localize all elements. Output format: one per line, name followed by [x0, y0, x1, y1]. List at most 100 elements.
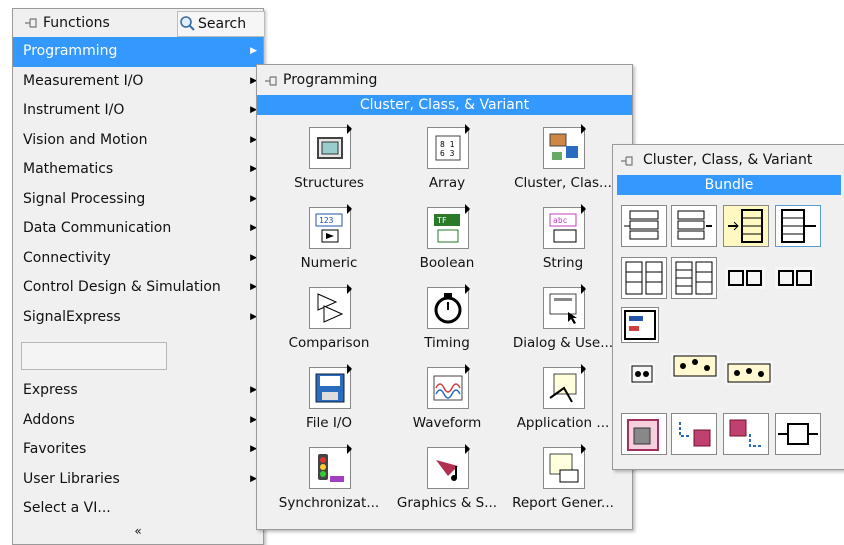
cluster-to-array-icon[interactable]	[621, 257, 667, 299]
to-variant-icon[interactable]	[671, 353, 719, 379]
menu-item-addons[interactable]: Addons ▶	[13, 406, 263, 436]
programming-selected-item[interactable]: Cluster, Class, & Variant	[257, 95, 632, 115]
index-and-bundle-icon[interactable]	[725, 267, 765, 289]
to-more-generic-class-icon[interactable]	[723, 413, 769, 455]
application-icon	[543, 364, 586, 409]
collapse-icon[interactable]: «	[13, 524, 263, 538]
pin-icon[interactable]	[23, 16, 39, 30]
functions-secondary-list: Express ▶ Addons ▶ Favorites ▶ User Libraries ▶…	[13, 376, 263, 524]
menu-item-data-communication[interactable]: Data Communication ▶	[13, 214, 263, 244]
menu-item-signal-processing[interactable]: Signal Processing ▶	[13, 185, 263, 215]
pin-icon[interactable]	[263, 74, 279, 88]
menu-item-label: Measurement I/O	[23, 72, 144, 89]
menu-item-label: Favorites	[23, 441, 87, 457]
to-variant-glyph	[673, 355, 717, 377]
to-more-generic-class-glyph	[729, 419, 762, 447]
palette-item-label: Synchronizat...	[278, 495, 380, 511]
palette-item-string[interactable]: abc String	[503, 204, 623, 287]
menu-item-select-a-vi[interactable]: Select a VI...	[13, 494, 263, 524]
palette-item-synchronizat[interactable]: Synchronizat...	[269, 444, 389, 527]
menu-item-label: Select a VI...	[23, 500, 111, 516]
menu-item-express[interactable]: Express ▶	[13, 376, 263, 406]
search-icon	[180, 16, 195, 31]
palette-item-dialog-use[interactable]: Dialog & Use...	[503, 284, 623, 367]
numeric-icon: 123	[309, 204, 352, 249]
palette-item-label: Report Gener...	[512, 495, 614, 511]
menu-item-user-libraries[interactable]: User Libraries ▶	[13, 465, 263, 495]
palette-item-label: Comparison	[288, 335, 370, 351]
palette-item-array[interactable]: 8 16 3 Array	[387, 124, 507, 207]
bundle-glyph	[624, 210, 659, 240]
palette-item-boolean[interactable]: TF Boolean	[387, 204, 507, 287]
menu-item-measurement-i-o[interactable]: Measurement I/O ▶	[13, 67, 263, 97]
unbundle-icon[interactable]	[723, 205, 769, 247]
synchronizat-icon	[309, 444, 352, 489]
cluster-constant-icon[interactable]	[621, 307, 659, 343]
palette-search-field[interactable]	[21, 342, 167, 370]
menu-item-programming[interactable]: Programming ▶	[13, 37, 263, 67]
palette-item-comparison[interactable]: Comparison	[269, 284, 389, 367]
menu-item-label: Instrument I/O	[23, 102, 125, 118]
svg-text:abc: abc	[553, 216, 568, 225]
structures-icon	[309, 124, 352, 169]
cluster-palette: Cluster, Class, & Variant Bundle	[612, 144, 844, 470]
waveform-icon	[427, 364, 470, 409]
build-cluster-array-glyph	[778, 270, 812, 286]
palette-item-label: Graphics & S...	[396, 495, 498, 511]
search-label: Search	[198, 16, 247, 32]
bundle-icon[interactable]	[621, 205, 667, 247]
to-more-specific-class-icon[interactable]	[671, 413, 717, 455]
menu-item-label: Express	[23, 382, 78, 398]
palette-item-file-i-o[interactable]: File I/O	[269, 364, 389, 447]
bundle-by-name-icon[interactable]	[671, 205, 717, 247]
palette-item-label: Array	[428, 175, 466, 191]
class-constant-icon[interactable]	[621, 413, 667, 455]
functions-title: Functions	[43, 15, 110, 31]
pin-icon[interactable]	[619, 154, 635, 168]
menu-item-vision-and-motion[interactable]: Vision and Motion ▶	[13, 126, 263, 156]
functions-header: Functions Search	[13, 9, 265, 37]
programming-header: Programming	[257, 65, 632, 95]
class-io-glyph	[778, 423, 818, 445]
menu-item-label: Addons	[23, 411, 75, 428]
cluster-title: Cluster, Class, & Variant	[643, 152, 813, 168]
palette-item-label: Structures	[294, 175, 364, 191]
menu-item-label: Mathematics	[23, 161, 114, 177]
palette-item-structures[interactable]: Structures	[269, 124, 389, 207]
index-and-bundle-glyph	[728, 270, 762, 286]
array-to-cluster-icon[interactable]	[671, 257, 717, 299]
array-to-cluster-glyph	[675, 261, 713, 295]
build-cluster-array-icon[interactable]	[775, 267, 815, 289]
palette-item-cluster-clas[interactable]: Cluster, Clas...	[503, 124, 623, 207]
unbundle-glyph	[728, 209, 763, 243]
variant-to-data-icon[interactable]	[629, 363, 655, 385]
menu-item-mathematics[interactable]: Mathematics ▶	[13, 155, 263, 185]
menu-item-connectivity[interactable]: Connectivity ▶	[13, 244, 263, 274]
search-button[interactable]: Search	[177, 11, 265, 37]
unbundle-by-name-glyph	[781, 209, 816, 243]
variant-attribute-icon[interactable]	[725, 361, 773, 385]
cluster-clas-icon	[543, 124, 586, 169]
svg-text:8 1: 8 1	[440, 140, 455, 149]
variant-to-data-glyph	[631, 365, 653, 383]
palette-item-graphics-s[interactable]: Graphics & S...	[387, 444, 507, 527]
bundle-by-name-glyph	[677, 210, 712, 240]
menu-item-instrument-i-o[interactable]: Instrument I/O ▶	[13, 96, 263, 126]
palette-item-numeric[interactable]: 123 Numeric	[269, 204, 389, 287]
string-icon: abc	[543, 204, 586, 249]
menu-item-favorites[interactable]: Favorites ▶	[13, 435, 263, 465]
palette-item-timing[interactable]: Timing	[387, 284, 507, 367]
palette-item-application[interactable]: Application ...	[503, 364, 623, 447]
palette-item-waveform[interactable]: Waveform	[387, 364, 507, 447]
variant-attribute-glyph	[727, 363, 771, 383]
menu-item-control-design-simulation[interactable]: Control Design & Simulation ▶	[13, 273, 263, 303]
menu-item-label: Connectivity	[23, 249, 111, 266]
svg-text:6 3: 6 3	[440, 149, 455, 158]
menu-item-signalexpress[interactable]: SignalExpress ▶	[13, 303, 263, 333]
cluster-selected-item[interactable]: Bundle	[617, 175, 841, 195]
menu-item-label: Programming	[23, 43, 118, 59]
unbundle-by-name-icon[interactable]	[775, 205, 821, 247]
class-constant-glyph	[627, 419, 659, 451]
class-io-icon[interactable]	[775, 413, 821, 455]
palette-item-report-gener[interactable]: Report Gener...	[503, 444, 623, 527]
